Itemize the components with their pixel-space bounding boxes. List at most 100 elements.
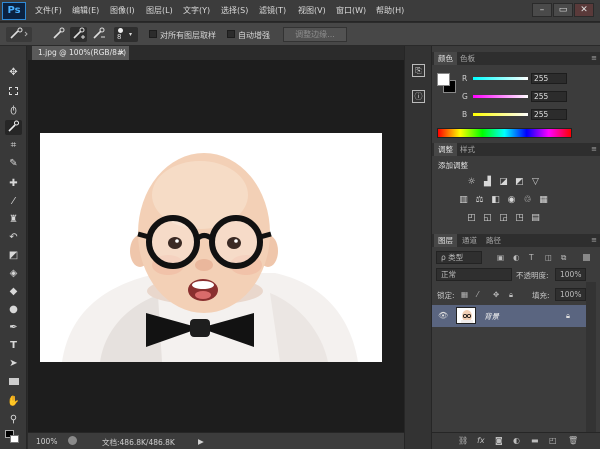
menu-type[interactable]: 文字(Y) (183, 5, 210, 16)
auto-enhance-checkbox[interactable] (227, 30, 235, 38)
vibrance-icon[interactable]: ▽ (530, 177, 541, 188)
tab-channels[interactable]: 通道 (458, 234, 481, 247)
black-white-icon[interactable]: ◧ (490, 195, 501, 206)
tool-preset-picker[interactable] (6, 27, 32, 42)
status-arrow-icon[interactable]: ▶ (198, 437, 204, 446)
move-tool-icon[interactable]: ✥ (5, 65, 22, 80)
channel-g-value[interactable]: 255 (531, 91, 567, 102)
lasso-tool-icon[interactable]: ტ (5, 102, 22, 117)
add-to-selection-icon[interactable] (70, 27, 87, 42)
refine-edge-button[interactable]: 调整边缘... (283, 27, 347, 42)
menu-filter[interactable]: 滤镜(T) (259, 5, 286, 16)
filter-type-icon[interactable]: T (529, 253, 534, 262)
menu-help[interactable]: 帮助(H) (376, 5, 404, 16)
layer-style-icon[interactable]: fx (477, 436, 485, 445)
menu-edit[interactable]: 编辑(E) (72, 5, 99, 16)
restore-button[interactable]: ▭ (553, 3, 573, 17)
blur-tool-icon[interactable]: ◆ (5, 284, 22, 299)
crop-tool-icon[interactable]: ⌗ (5, 138, 22, 153)
marquee-tool-icon[interactable] (5, 84, 22, 99)
layer-name[interactable]: 背景 (484, 311, 499, 322)
curves-icon[interactable]: ◪ (498, 177, 509, 188)
menu-window[interactable]: 窗口(W) (336, 5, 366, 16)
filter-pixel-icon[interactable]: ▣ (497, 253, 504, 262)
clone-stamp-tool-icon[interactable]: ♜ (5, 212, 22, 227)
filter-smart-object-icon[interactable]: ⧉ (561, 253, 566, 263)
quick-selection-tool-icon[interactable] (5, 120, 22, 135)
type-tool-icon[interactable]: T (5, 338, 22, 353)
lock-all-icon[interactable]: 🔒︎ (509, 290, 513, 300)
tab-color[interactable]: 颜色 (434, 52, 457, 65)
invert-icon[interactable]: ◰ (466, 213, 477, 224)
foreground-color-box[interactable] (437, 73, 450, 86)
levels-icon[interactable]: ▟ (482, 177, 493, 188)
posterize-icon[interactable]: ◱ (482, 213, 493, 224)
status-menu-icon[interactable] (68, 436, 77, 445)
filter-adjustment-icon[interactable]: ◐ (513, 253, 520, 262)
tab-swatches[interactable]: 色板 (456, 52, 479, 65)
document-tab[interactable]: 1.jpg @ 100%(RGB/8#) × (32, 46, 129, 60)
filter-toggle-icon[interactable] (583, 254, 590, 261)
new-adjustment-layer-icon[interactable]: ◐ (513, 436, 520, 445)
channel-r-value[interactable]: 255 (531, 73, 567, 84)
pen-tool-icon[interactable]: ✒ (5, 320, 22, 335)
menu-select[interactable]: 选择(S) (221, 5, 248, 16)
panel-menu-icon[interactable]: ≡ (591, 236, 597, 244)
color-spectrum-bar[interactable] (437, 128, 572, 138)
close-button[interactable]: ✕ (574, 3, 594, 17)
gradient-map-icon[interactable]: ◳ (514, 213, 525, 224)
channel-r-slider[interactable] (473, 77, 528, 80)
path-selection-tool-icon[interactable]: ➤ (5, 356, 22, 371)
subtract-from-selection-icon[interactable] (90, 27, 107, 42)
tab-layers[interactable]: 图层 (434, 234, 457, 247)
photo-filter-icon[interactable]: ◉ (506, 195, 517, 206)
menu-file[interactable]: 文件(F) (35, 5, 62, 16)
tab-styles[interactable]: 样式 (456, 143, 479, 156)
delete-layer-icon[interactable]: 🗑︎ (568, 436, 578, 445)
history-panel-icon[interactable]: ⎘ (412, 64, 425, 77)
brightness-icon[interactable]: ☼ (466, 177, 477, 188)
opacity-input[interactable]: 100% (555, 268, 586, 281)
eraser-tool-icon[interactable]: ◩ (5, 248, 22, 263)
zoom-tool-icon[interactable]: ⚲ (5, 412, 22, 427)
dodge-tool-icon[interactable]: ● (5, 302, 22, 317)
new-layer-icon[interactable]: ◰ (549, 436, 557, 445)
layers-scrollbar[interactable] (586, 282, 596, 432)
fill-input[interactable]: 100% (555, 288, 586, 301)
new-group-icon[interactable]: ▬ (531, 436, 539, 445)
channel-mixer-icon[interactable]: ♲ (522, 195, 533, 206)
sample-all-layers-checkbox[interactable] (149, 30, 157, 38)
channel-b-slider[interactable] (473, 113, 528, 116)
close-document-icon[interactable]: × (118, 46, 125, 60)
rectangle-tool-icon[interactable] (5, 374, 22, 389)
layer-filter-kind[interactable]: ρ 类型 (436, 251, 482, 264)
selective-color-icon[interactable]: ▤ (530, 213, 541, 224)
hand-tool-icon[interactable]: ✋ (5, 394, 22, 409)
eyedropper-tool-icon[interactable]: ✎ (5, 156, 22, 171)
panel-menu-icon[interactable]: ≡ (591, 54, 597, 62)
history-brush-tool-icon[interactable]: ↶ (5, 230, 22, 245)
lock-image-icon[interactable]: ⁄ (477, 290, 478, 299)
channel-g-slider[interactable] (473, 95, 528, 98)
color-lookup-icon[interactable]: ▦ (538, 195, 549, 206)
lock-position-icon[interactable]: ✥ (493, 290, 499, 299)
menu-image[interactable]: 图像(I) (110, 5, 135, 16)
filter-shape-icon[interactable]: ◫ (545, 253, 552, 262)
tab-paths[interactable]: 路径 (482, 234, 505, 247)
menu-view[interactable]: 视图(V) (298, 5, 326, 16)
color-balance-icon[interactable]: ⚖ (474, 195, 485, 206)
menu-layer[interactable]: 图层(L) (146, 5, 173, 16)
brush-tool-icon[interactable]: ⁄ (5, 194, 22, 209)
hue-saturation-icon[interactable]: ▥ (458, 195, 469, 206)
link-layers-icon[interactable]: ⛓ (458, 436, 468, 445)
properties-panel-icon[interactable]: ⓘ (412, 90, 425, 103)
healing-brush-tool-icon[interactable]: ✚ (5, 176, 22, 191)
paint-bucket-tool-icon[interactable]: ◈ (5, 266, 22, 281)
threshold-icon[interactable]: ◲ (498, 213, 509, 224)
lock-transparent-icon[interactable]: ▦ (461, 290, 468, 299)
new-selection-icon[interactable] (50, 27, 67, 42)
tab-adjustments[interactable]: 调整 (434, 143, 457, 156)
background-color-swatch[interactable] (10, 435, 19, 443)
brush-size-picker[interactable]: 8 ▾ (114, 27, 138, 42)
panel-menu-icon[interactable]: ≡ (591, 145, 597, 153)
